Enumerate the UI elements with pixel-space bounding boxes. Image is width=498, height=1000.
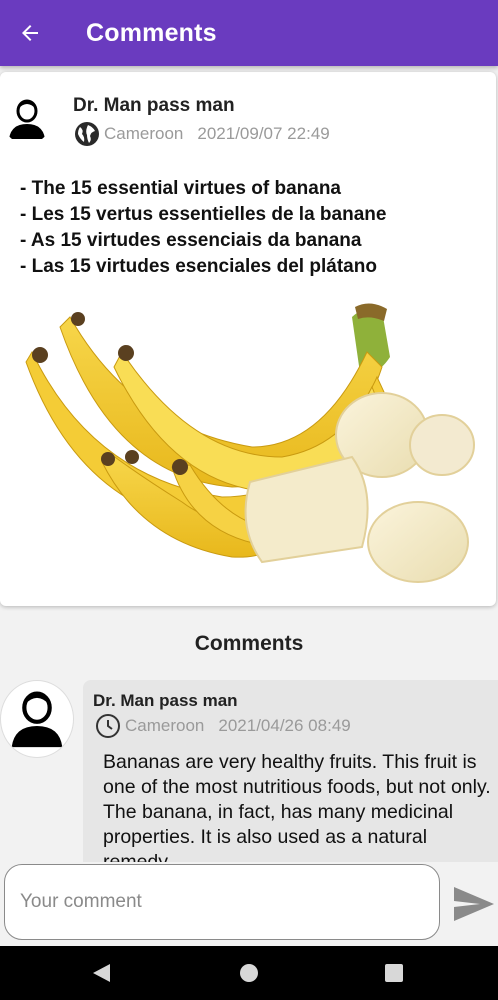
system-nav-bar — [0, 946, 498, 1000]
nav-back-icon — [93, 964, 110, 982]
clock-icon — [95, 713, 121, 739]
comment-country: Cameroon — [125, 716, 205, 735]
banana-photo[interactable] — [22, 297, 482, 597]
page-title: Comments — [86, 18, 217, 47]
post-line: - Les 15 vertus essentielles de la banan… — [20, 204, 387, 225]
comment-author-avatar[interactable] — [0, 680, 74, 758]
comment-composer — [0, 862, 498, 946]
arrow-left-icon — [22, 25, 38, 41]
comment-author-name[interactable]: Dr. Man pass man — [93, 691, 238, 711]
post-text: - The 15 essential virtues of banana - L… — [20, 176, 490, 280]
post-line: - Las 15 virtudes esenciales del plátano — [20, 256, 377, 277]
comment-meta: Cameroon 2021/04/26 08:49 — [95, 712, 351, 740]
post-author-name[interactable]: Dr. Man pass man — [73, 95, 235, 117]
comment-text: Bananas are very healthy fruits. This fr… — [103, 751, 491, 865]
comments-section-title: Comments — [194, 632, 304, 655]
globe-icon — [74, 121, 100, 147]
comment-input[interactable] — [4, 864, 440, 940]
nav-recents-button[interactable] — [382, 961, 406, 985]
post-author-avatar[interactable] — [2, 94, 52, 144]
nav-recents-icon — [385, 964, 403, 982]
post-country: Cameroon — [104, 124, 184, 143]
comment-date: 2021/04/26 08:49 — [218, 716, 351, 735]
person-icon — [11, 691, 63, 748]
post-date: 2021/09/07 22:49 — [197, 124, 330, 143]
comment-bubble: Dr. Man pass man Cameroon 2021/04/26 08:… — [83, 680, 498, 865]
nav-home-icon — [240, 964, 258, 982]
post-line: - The 15 essential virtues of banana — [20, 178, 341, 199]
post-card: Dr. Man pass man Cameroon 2021/09/07 22:… — [0, 72, 496, 606]
send-icon — [454, 887, 494, 921]
back-button[interactable] — [0, 0, 62, 66]
post-line: - As 15 virtudes essenciais da banana — [20, 230, 362, 251]
person-icon — [9, 99, 45, 139]
nav-back-button[interactable] — [86, 961, 116, 985]
app-bar: Comments — [0, 0, 498, 66]
send-button[interactable] — [450, 884, 498, 924]
post-meta: Cameroon 2021/09/07 22:49 — [74, 120, 330, 148]
nav-home-button[interactable] — [235, 959, 263, 987]
